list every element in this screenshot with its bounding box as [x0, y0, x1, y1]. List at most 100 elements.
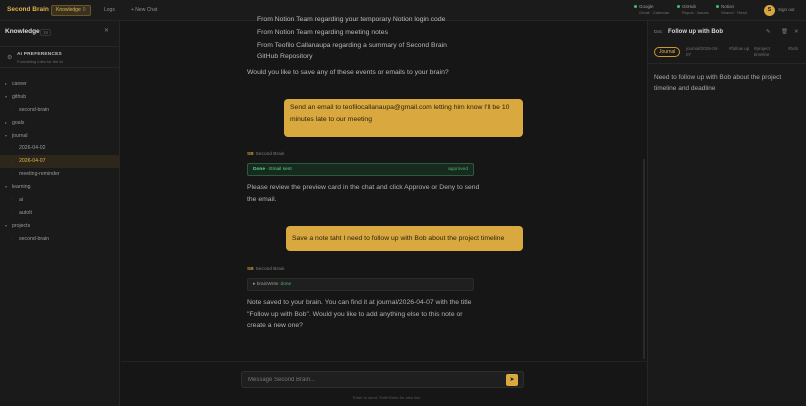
integration-name: GitHub	[682, 4, 697, 9]
tree-folder-github[interactable]: ▾ github	[0, 91, 119, 104]
integration-scopes: Gmail · Calendar	[639, 10, 670, 15]
tree-folder-goals[interactable]: ▸ goals	[0, 117, 119, 130]
doc-path: journal/2026-04-07	[686, 46, 719, 57]
doc-title: Follow up with Bob	[668, 29, 723, 35]
doc-prefix: Doc	[654, 30, 663, 35]
integration-google[interactable]: Google Gmail · Calendar	[634, 4, 669, 15]
nav-logs-link[interactable]: Logs	[104, 7, 115, 13]
tree-file-second-brain[interactable]: · second-brain	[0, 104, 119, 117]
new-chat-button[interactable]: + New Chat	[131, 7, 157, 13]
integration-name: Google	[639, 4, 654, 9]
ai-list-line: From Notion Team regarding meeting notes	[257, 29, 388, 36]
doc-tags-row: Journal journal/2026-04-07 #follow up #p…	[648, 42, 806, 64]
tree-item-label: goals	[12, 119, 25, 126]
file-icon: ·	[12, 145, 14, 151]
close-icon[interactable]: ✕	[794, 29, 799, 35]
integration-scopes: Search · Read	[721, 10, 747, 15]
edit-icon[interactable]: ✎	[766, 29, 771, 35]
tree-item-label: 2026-04-07	[19, 158, 46, 165]
ai-message-header: SB Second Brain	[247, 152, 284, 157]
tree-folder-projects[interactable]: ▾ projects	[0, 220, 119, 233]
trash-icon[interactable]: 🗑	[781, 29, 788, 35]
doc-tag[interactable]: #follow up	[729, 46, 751, 52]
ai-list-line: GitHub Repository	[257, 53, 313, 60]
doc-body: Need to follow up with Bob about the pro…	[654, 74, 782, 92]
chevron-right-icon: ▸	[5, 119, 8, 125]
tree-file-2026-04-02[interactable]: · 2026-04-02	[0, 142, 119, 155]
ai-preferences-title: AI PREFERENCES	[17, 52, 62, 57]
doc-tag[interactable]: #project timeline	[754, 46, 780, 58]
chat-scrollbar[interactable]	[643, 159, 645, 359]
ai-reply: Note saved to your brain. You can find i…	[247, 299, 472, 329]
tree-item-label: career	[12, 81, 27, 87]
tree-item-label: projects	[12, 222, 31, 229]
integration-scopes: Repos · Issues	[682, 10, 709, 15]
sidebar-count-badge: 15	[40, 29, 52, 36]
chat-panel: From Notion Team regarding your temporar…	[121, 16, 646, 406]
file-icon: ·	[12, 209, 14, 215]
email-card-status: approved	[447, 167, 468, 172]
close-icon[interactable]: ✕	[104, 27, 109, 34]
integration-notion[interactable]: Notion Search · Read	[716, 4, 747, 15]
ai-message-header: SB Second Brain	[247, 267, 284, 272]
tree-item-label: github	[12, 93, 27, 100]
tree-file-projects-second-brain[interactable]: · second-brain	[0, 233, 119, 246]
tree-folder-learning[interactable]: ▾ learning	[0, 181, 119, 194]
tool-card-name: brainWrite	[256, 282, 279, 287]
ai-preferences-subtitle: Formatting rules for the AI	[17, 59, 64, 64]
user-message: Send an email to teofilocallanaupa@gmail…	[284, 99, 523, 137]
tree-folder-career[interactable]: ▸ career	[0, 78, 119, 91]
ai-name: Second Brain	[255, 267, 285, 272]
status-dot-icon	[716, 5, 719, 9]
user-avatar[interactable]: S	[764, 5, 775, 16]
integration-github[interactable]: GitHub Repos · Issues	[677, 4, 709, 15]
chevron-down-icon: ▾	[5, 93, 8, 99]
chevron-down-icon: ▾	[5, 132, 8, 138]
status-dot-icon	[677, 5, 680, 9]
chevron-down-icon: ▾	[5, 222, 8, 228]
tree-item-label: second-brain	[19, 106, 49, 113]
nav-knowledge-count: 0	[82, 7, 86, 13]
ai-preferences-item[interactable]: ⚙ AI PREFERENCES Formatting rules for th…	[0, 46, 119, 68]
file-icon: ·	[12, 106, 14, 112]
file-icon: ·	[12, 197, 14, 203]
settings-icon: ⚙	[7, 55, 13, 61]
composer: ➤ Enter to send, Shift+Enter for new lin…	[121, 361, 646, 406]
tool-call-card[interactable]: ▸ brainWrite done	[247, 278, 474, 291]
message-input[interactable]	[241, 371, 524, 388]
email-sent-card[interactable]: Done · Email sent approved	[247, 163, 474, 176]
tree-file-autoit[interactable]: · autoIt	[0, 207, 119, 220]
tree-item-label: 2026-04-02	[19, 145, 46, 152]
tree-file-2026-04-07[interactable]: · 2026-04-07	[0, 155, 119, 169]
tree-folder-journal[interactable]: ▾ journal	[0, 130, 119, 143]
knowledge-tree: ▸ career ▾ github · second-brain ▸ goals ▾ jo…	[0, 78, 119, 246]
status-dot-icon	[634, 5, 637, 9]
doc-tag[interactable]: #bob	[788, 46, 798, 52]
app-brand[interactable]: Second Brain	[7, 6, 49, 13]
composer-hint: Enter to send, Shift+Enter for new line	[353, 395, 421, 400]
tool-card-status: done	[280, 282, 292, 287]
tree-item-label: learning	[12, 184, 31, 191]
tree-item-label: autoIt	[19, 209, 32, 216]
file-icon: ·	[12, 171, 14, 177]
nav-knowledge-button[interactable]: Knowledge 0	[51, 5, 91, 16]
tree-file-meeting-reminder[interactable]: · meeting-reminder	[0, 168, 119, 181]
tree-item-label: second-brain	[19, 235, 49, 242]
file-icon: ·	[12, 158, 14, 164]
ai-list-line: From Teofilo Callanaupa regarding a summ…	[257, 42, 447, 49]
ai-name: Second Brain	[255, 152, 285, 157]
ai-initials: SB	[247, 152, 254, 157]
ai-initials: SB	[247, 267, 254, 272]
knowledge-sidebar: Knowledge 15 ✕ ⚙ AI PREFERENCES Formatti…	[0, 21, 120, 406]
send-icon[interactable]: ➤	[506, 374, 518, 386]
sign-out-button[interactable]: Sign out	[778, 7, 795, 12]
user-message: Save a note taht I need to follow up wit…	[286, 226, 523, 251]
chevron-down-icon: ▾	[5, 184, 8, 190]
integration-name: Notion	[721, 4, 735, 9]
journal-tag[interactable]: Journal	[654, 47, 681, 57]
tree-item-label: meeting-reminder	[19, 171, 60, 178]
tree-file-ai[interactable]: · ai	[0, 194, 119, 207]
ai-list-line: From Notion Team regarding your temporar…	[257, 16, 446, 23]
email-card-label: Email sent	[269, 167, 292, 172]
tree-item-label: ai	[19, 197, 24, 204]
